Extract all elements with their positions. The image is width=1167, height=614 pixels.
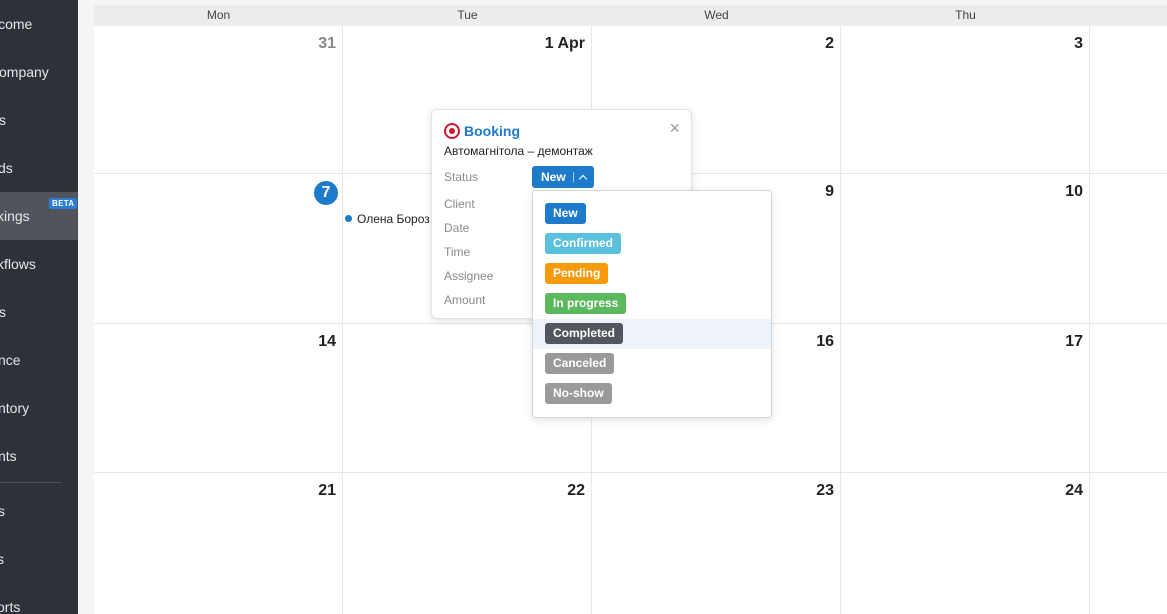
- event-dot: [345, 215, 352, 222]
- day-header-thu: Thu: [841, 5, 1091, 26]
- booking-title-text: Booking: [464, 123, 520, 139]
- calendar-event[interactable]: Олена Бороз: [345, 212, 430, 226]
- status-badge: In progress: [545, 293, 627, 314]
- sidebar-item-label: s: [0, 112, 6, 128]
- status-badge: No-show: [545, 383, 612, 404]
- day-cell[interactable]: [1090, 473, 1167, 614]
- sidebar-item-bookings[interactable]: kings BETA: [0, 192, 78, 240]
- sidebar-item-label: kings: [0, 208, 30, 224]
- sidebar-item-reports[interactable]: orts: [0, 583, 78, 614]
- sidebar-item-label: kflows: [0, 256, 36, 272]
- sidebar-item-label: ds: [0, 160, 13, 176]
- day-cell[interactable]: 21: [94, 473, 343, 614]
- day-cell[interactable]: 31: [94, 26, 343, 174]
- booking-service: Автомагнітола – демонтаж: [444, 144, 593, 158]
- day-cell[interactable]: 3: [841, 26, 1090, 174]
- day-cell[interactable]: 24: [841, 473, 1090, 614]
- status-badge: New: [545, 203, 586, 224]
- status-dropdown-button[interactable]: New: [532, 166, 594, 188]
- sidebar: lcome ompany s ds kings BETA kflows s nc…: [0, 0, 78, 614]
- day-cell[interactable]: [1090, 174, 1167, 324]
- event-label: Олена Бороз: [357, 212, 430, 226]
- separator: [572, 172, 574, 182]
- day-cell[interactable]: 22: [343, 473, 592, 614]
- day-cell[interactable]: 10: [841, 174, 1090, 324]
- client-label: Client: [444, 197, 475, 211]
- day-cell[interactable]: 23: [592, 473, 841, 614]
- day-header-mon: Mon: [94, 5, 344, 26]
- sidebar-divider: [0, 482, 62, 483]
- sidebar-item-3[interactable]: s: [0, 96, 78, 144]
- day-cell[interactable]: [1090, 26, 1167, 174]
- status-option-new[interactable]: New: [533, 199, 771, 229]
- day-number: 24: [1065, 482, 1083, 499]
- sidebar-item-company[interactable]: ompany: [0, 48, 78, 96]
- sidebar-item-clients[interactable]: nts: [0, 432, 78, 480]
- sidebar-item-label: s: [0, 551, 4, 567]
- status-option-pending[interactable]: Pending: [533, 259, 771, 289]
- status-badge: Confirmed: [545, 233, 621, 254]
- day-number: 22: [567, 482, 585, 499]
- status-option-in-progress[interactable]: In progress: [533, 289, 771, 319]
- sidebar-item-workflows[interactable]: kflows: [0, 240, 78, 288]
- sidebar-item-label: nts: [0, 448, 17, 464]
- status-label: Status: [444, 170, 479, 184]
- day-number: 23: [816, 482, 834, 499]
- status-option-canceled[interactable]: Canceled: [533, 349, 771, 379]
- day-number: 10: [1065, 183, 1083, 200]
- sidebar-item-label: nce: [0, 352, 21, 368]
- day-number: 17: [1065, 333, 1083, 350]
- day-number: 21: [318, 482, 336, 499]
- target-icon: [444, 123, 460, 139]
- sidebar-item-11[interactable]: s: [0, 487, 78, 535]
- status-dropdown-menu: New Confirmed Pending In progress Comple…: [532, 190, 772, 418]
- day-number: 9: [825, 183, 834, 200]
- status-option-confirmed[interactable]: Confirmed: [533, 229, 771, 259]
- day-cell[interactable]: 14: [94, 324, 343, 473]
- day-header-wed: Wed: [592, 5, 842, 26]
- sidebar-item-label: lcome: [0, 16, 33, 32]
- time-label: Time: [444, 245, 471, 259]
- sidebar-item-leads[interactable]: ds: [0, 144, 78, 192]
- sidebar-item-7[interactable]: s: [0, 288, 78, 336]
- date-label: Date: [444, 221, 470, 235]
- day-number: 31: [318, 35, 336, 52]
- status-badge: Canceled: [545, 353, 615, 374]
- day-number: 16: [816, 333, 834, 350]
- today-day-number: 7: [314, 181, 338, 205]
- day-number: 1 Apr: [544, 35, 585, 52]
- day-number: 3: [1074, 35, 1083, 52]
- status-value: New: [541, 170, 566, 184]
- sidebar-item-welcome[interactable]: lcome: [0, 0, 78, 48]
- status-option-no-show[interactable]: No-show: [533, 379, 771, 409]
- assignee-label: Assignee: [444, 269, 494, 283]
- day-header-tue: Tue: [343, 5, 593, 26]
- day-header-fri: [1090, 5, 1167, 26]
- booking-title[interactable]: Booking: [444, 123, 520, 139]
- day-number: 14: [318, 333, 336, 350]
- amount-label: Amount: [444, 293, 486, 307]
- sidebar-item-label: s: [0, 503, 5, 519]
- sidebar-item-label: s: [0, 304, 6, 320]
- sidebar-item-label: ompany: [0, 64, 49, 80]
- day-cell[interactable]: 7: [94, 174, 343, 324]
- close-icon[interactable]: ×: [669, 119, 680, 137]
- beta-badge: BETA: [49, 198, 78, 209]
- sidebar-item-label: ntory: [0, 400, 30, 416]
- day-cell[interactable]: [1090, 324, 1167, 473]
- status-badge: Pending: [545, 263, 609, 284]
- sidebar-item-label: orts: [0, 599, 21, 614]
- chevron-up-icon: [578, 174, 587, 184]
- sidebar-item-inventory[interactable]: ntory: [0, 384, 78, 432]
- status-badge: Completed: [545, 323, 624, 344]
- sidebar-item-12[interactable]: s: [0, 535, 78, 583]
- day-cell[interactable]: 17: [841, 324, 1090, 473]
- day-number: 2: [825, 35, 834, 52]
- sidebar-item-finance[interactable]: nce: [0, 336, 78, 384]
- status-option-completed[interactable]: Completed: [533, 319, 771, 349]
